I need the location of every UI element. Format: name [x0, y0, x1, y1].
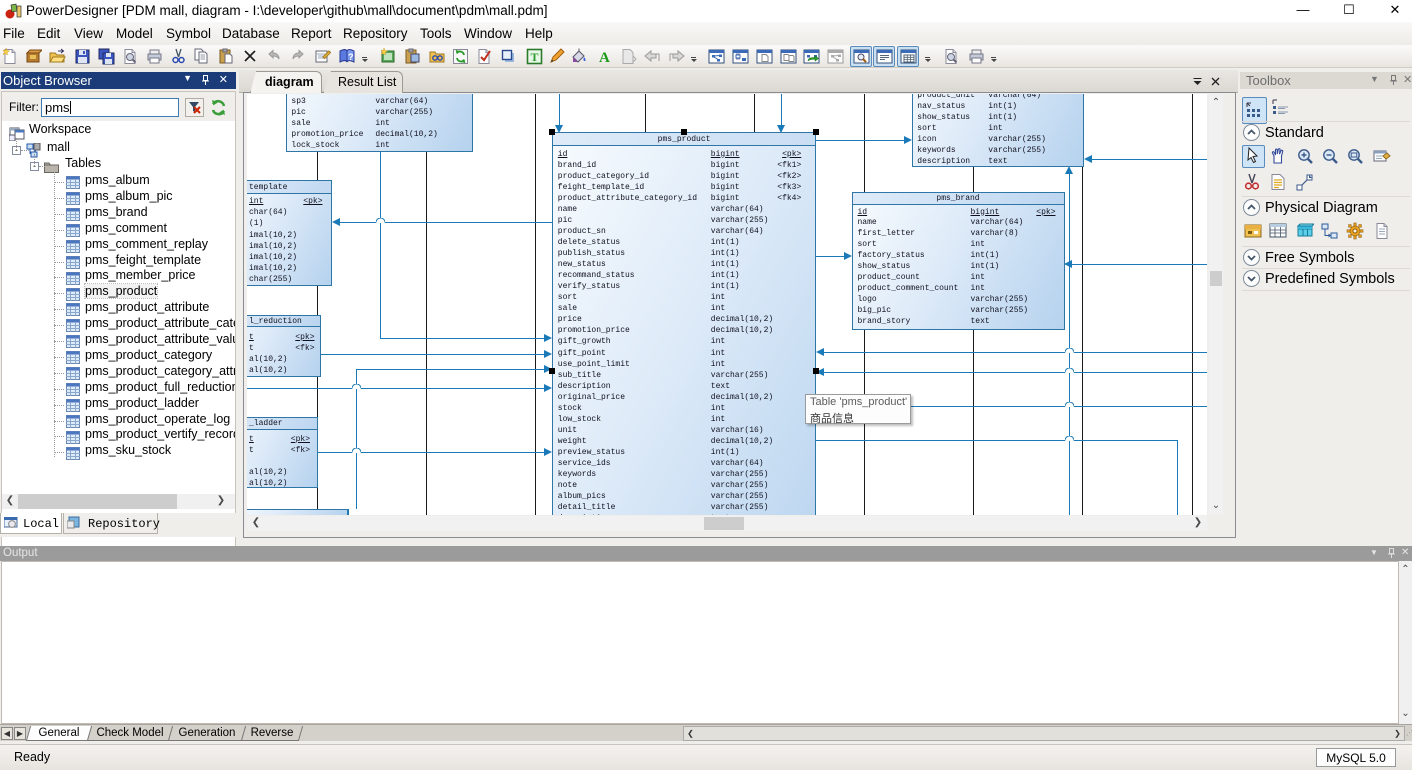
svg-text:?: ?: [348, 52, 354, 62]
svg-text:A: A: [599, 50, 610, 65]
svg-text:T: T: [530, 50, 538, 64]
